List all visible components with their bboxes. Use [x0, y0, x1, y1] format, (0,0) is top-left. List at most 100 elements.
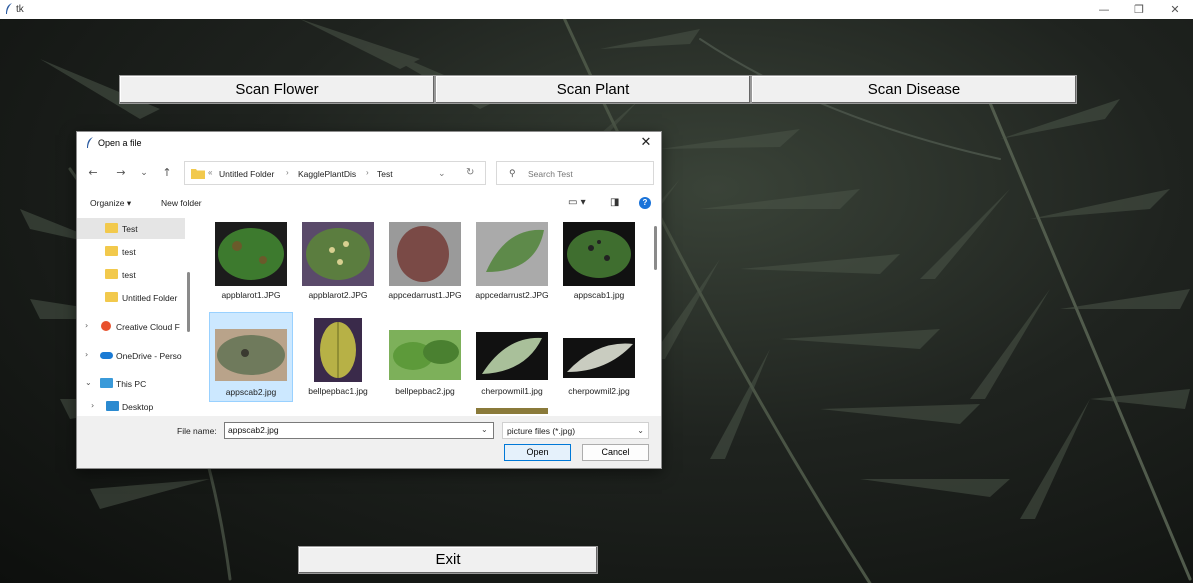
close-button[interactable]: ✕	[1160, 2, 1190, 17]
breadcrumb-test[interactable]: Test	[377, 169, 393, 179]
file-item[interactable]: bellpepbac1.jpg	[296, 312, 380, 402]
image-thumbnail	[215, 329, 287, 381]
image-thumbnail	[476, 222, 548, 286]
expand-arrow-icon[interactable]: ›	[91, 401, 94, 410]
folder-icon	[105, 292, 118, 302]
file-name: appscab2.jpg	[225, 387, 277, 397]
view-options-icon[interactable]: ▭ ▾	[568, 197, 586, 208]
navigation-pane: Test test test Untitled Folder › Creativ…	[77, 214, 193, 414]
file-item[interactable]: cherpowmil2.jpg	[557, 312, 641, 402]
file-item[interactable]: appblarot2.JPG	[296, 216, 380, 306]
search-box[interactable]: ⚲ Search Test	[496, 161, 654, 185]
file-item-selected[interactable]: appscab2.jpg	[209, 312, 293, 402]
minimize-button[interactable]: —	[1089, 2, 1119, 17]
expand-arrow-icon[interactable]: ›	[85, 350, 88, 359]
nav-item-label: Creative Cloud F	[116, 322, 180, 332]
onedrive-cloud-icon	[100, 352, 113, 359]
file-name: cherpowmil1.jpg	[481, 386, 543, 396]
image-thumbnail	[302, 222, 374, 286]
image-thumbnail	[476, 408, 548, 414]
creative-cloud-icon	[101, 321, 111, 331]
desktop-icon	[106, 401, 119, 411]
file-item[interactable]: appblarot1.JPG	[209, 216, 293, 306]
refresh-icon[interactable]: ↻	[466, 167, 474, 178]
scan-plant-button[interactable]: Scan Plant	[435, 75, 751, 104]
file-name-dropdown-icon[interactable]: ⌄	[481, 425, 488, 434]
collapse-arrow-icon[interactable]: ⌄	[85, 378, 92, 387]
file-item-partial[interactable]	[470, 406, 554, 414]
help-icon[interactable]: ?	[639, 197, 651, 209]
organize-menu[interactable]: Organize ▾	[90, 198, 131, 209]
address-bar[interactable]: « Untitled Folder › KagglePlantDis › Tes…	[184, 161, 486, 185]
app-title: tk	[16, 4, 24, 15]
breadcrumb-kaggleplantdis[interactable]: KagglePlantDis	[298, 169, 356, 179]
file-item[interactable]: appcedarrust1.JPG	[383, 216, 467, 306]
file-name: appscab1.jpg	[573, 290, 625, 300]
image-thumbnail	[389, 222, 461, 286]
address-dropdown-icon[interactable]: ⌄	[438, 168, 446, 179]
folder-icon	[105, 269, 118, 279]
recent-locations-icon[interactable]: ⌄	[137, 166, 151, 180]
nav-item-creative-cloud[interactable]: › Creative Cloud F	[77, 316, 185, 337]
nav-item-untitled-folder[interactable]: Untitled Folder	[77, 287, 185, 308]
new-folder-button[interactable]: New folder	[161, 198, 202, 208]
breadcrumb-untitled-folder[interactable]: Untitled Folder	[219, 169, 274, 179]
file-name: appcedarrust2.JPG	[475, 290, 549, 300]
back-arrow-icon[interactable]: ←	[86, 166, 100, 180]
file-type-select[interactable]: picture files (*.jpg) ⌄	[502, 422, 649, 439]
file-list-scrollbar[interactable]	[651, 214, 660, 414]
feather-icon	[87, 137, 93, 148]
scrollbar-thumb[interactable]	[187, 272, 190, 332]
file-name-input[interactable]: appscab2.jpg	[224, 422, 494, 439]
exit-button[interactable]: Exit	[298, 546, 598, 574]
image-thumbnail	[563, 338, 635, 378]
file-name: appcedarrust1.JPG	[388, 290, 462, 300]
nav-item-label: OneDrive - Perso	[116, 351, 182, 361]
breadcrumb-separator: ›	[286, 168, 289, 177]
nav-item-desktop[interactable]: › Desktop	[77, 396, 185, 417]
cancel-button[interactable]: Cancel	[582, 444, 649, 461]
nav-item-label: Test	[122, 224, 138, 234]
file-list: appblarot1.JPG appblarot2.JPG appcedarru…	[199, 214, 651, 414]
file-item[interactable]: bellpepbac2.jpg	[383, 312, 467, 402]
file-item[interactable]: appcedarrust2.JPG	[470, 216, 554, 306]
scan-disease-button[interactable]: Scan Disease	[751, 75, 1077, 104]
file-item[interactable]: cherpowmil1.jpg	[470, 312, 554, 402]
nav-scrollbar[interactable]	[185, 214, 193, 414]
nav-item-onedrive[interactable]: › OneDrive - Perso	[77, 345, 185, 366]
file-name-label: File name:	[177, 426, 217, 436]
expand-arrow-icon[interactable]: ›	[85, 321, 88, 330]
app-titlebar: tk — ❐ ✕	[0, 0, 1193, 19]
file-name: bellpepbac1.jpg	[308, 386, 368, 396]
file-name: bellpepbac2.jpg	[395, 386, 455, 396]
nav-item-label: test	[122, 270, 136, 280]
nav-item-test[interactable]: test	[77, 264, 185, 285]
breadcrumb-overflow[interactable]: «	[208, 168, 212, 177]
image-thumbnail	[215, 222, 287, 286]
preview-pane-icon[interactable]: ◨	[610, 197, 619, 208]
search-input[interactable]: Search Test	[528, 169, 573, 179]
restore-button[interactable]: ❐	[1124, 2, 1154, 17]
dialog-close-icon[interactable]: ✕	[638, 135, 654, 151]
scrollbar-thumb[interactable]	[654, 226, 657, 270]
breadcrumb-separator: ›	[366, 168, 369, 177]
nav-item-test-selected[interactable]: Test	[77, 218, 185, 239]
file-type-value: picture files (*.jpg)	[507, 426, 576, 436]
nav-item-test[interactable]: test	[77, 241, 185, 262]
scan-flower-button[interactable]: Scan Flower	[119, 75, 435, 104]
nav-item-label: test	[122, 247, 136, 257]
dialog-title: Open a file	[98, 138, 142, 148]
folder-icon	[191, 169, 205, 179]
image-thumbnail	[476, 332, 548, 380]
nav-item-this-pc[interactable]: ⌄ This PC	[77, 373, 185, 394]
file-name: cherpowmil2.jpg	[568, 386, 630, 396]
image-thumbnail	[314, 318, 362, 382]
file-item[interactable]: appscab1.jpg	[557, 216, 641, 306]
open-button[interactable]: Open	[504, 444, 571, 461]
folder-icon	[105, 246, 118, 256]
image-thumbnail	[563, 222, 635, 286]
open-file-dialog: Open a file ✕ ← → ⌄ ↑ « Untitled Folder …	[76, 131, 662, 469]
forward-arrow-icon[interactable]: →	[114, 166, 128, 180]
folder-icon	[105, 223, 118, 233]
up-arrow-icon[interactable]: ↑	[160, 166, 174, 180]
